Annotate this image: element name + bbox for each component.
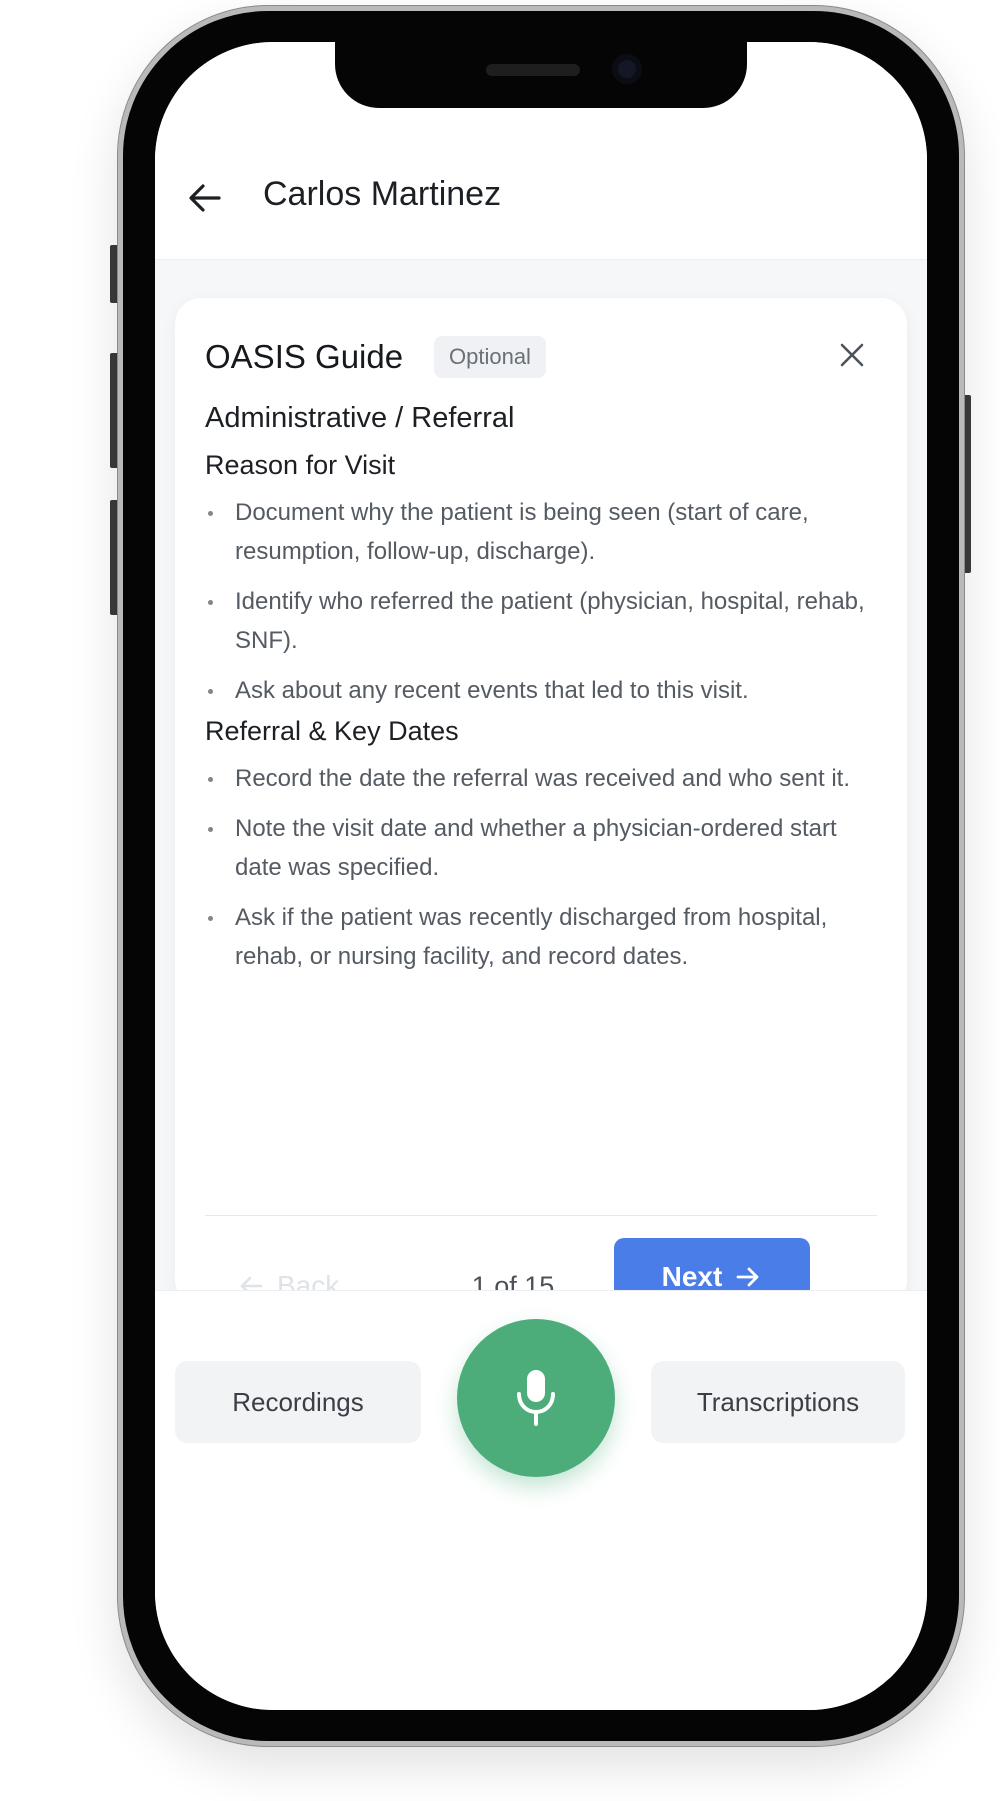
record-button[interactable] xyxy=(457,1319,615,1477)
next-button-label: Next xyxy=(661,1261,723,1292)
device-mockup: Carlos Martinez OASIS Guide Optional Adm… xyxy=(0,0,1000,1801)
subsection-heading-referral-key-dates: Referral & Key Dates xyxy=(205,716,459,746)
optional-badge: Optional xyxy=(434,336,546,378)
list-item: Identify who referred the patient (physi… xyxy=(205,582,867,660)
reason-for-visit-list: Document why the patient is being seen (… xyxy=(205,493,867,721)
list-item: Record the date the referral was receive… xyxy=(205,759,867,798)
patient-name: Carlos Martinez xyxy=(263,175,502,213)
phone-notch xyxy=(335,42,747,108)
list-item: Ask about any recent events that led to … xyxy=(205,671,867,710)
transcriptions-button[interactable]: Transcriptions xyxy=(651,1361,905,1443)
section-title: Administrative / Referral xyxy=(205,402,515,434)
referral-key-dates-list: Record the date the referral was receive… xyxy=(205,759,867,987)
oasis-guide-card: OASIS Guide Optional Administrative / Re… xyxy=(175,298,907,1316)
back-arrow-icon[interactable] xyxy=(185,178,225,218)
arrow-right-icon xyxy=(736,1267,759,1287)
guide-title: OASIS Guide xyxy=(205,338,404,375)
microphone-icon xyxy=(517,1370,555,1426)
list-item: Ask if the patient was recently discharg… xyxy=(205,898,867,976)
speaker-grille xyxy=(486,64,580,76)
subsection-heading-reason-for-visit: Reason for Visit xyxy=(205,450,396,480)
recordings-button[interactable]: Recordings xyxy=(175,1361,421,1443)
list-item: Document why the patient is being seen (… xyxy=(205,493,867,571)
close-icon[interactable] xyxy=(835,338,869,372)
phone-screen: Carlos Martinez OASIS Guide Optional Adm… xyxy=(155,42,927,1710)
front-camera xyxy=(612,54,642,84)
card-divider xyxy=(205,1215,877,1216)
list-item: Note the visit date and whether a physic… xyxy=(205,809,867,887)
bottom-action-bar: Recordings Transcriptions xyxy=(155,1290,927,1710)
